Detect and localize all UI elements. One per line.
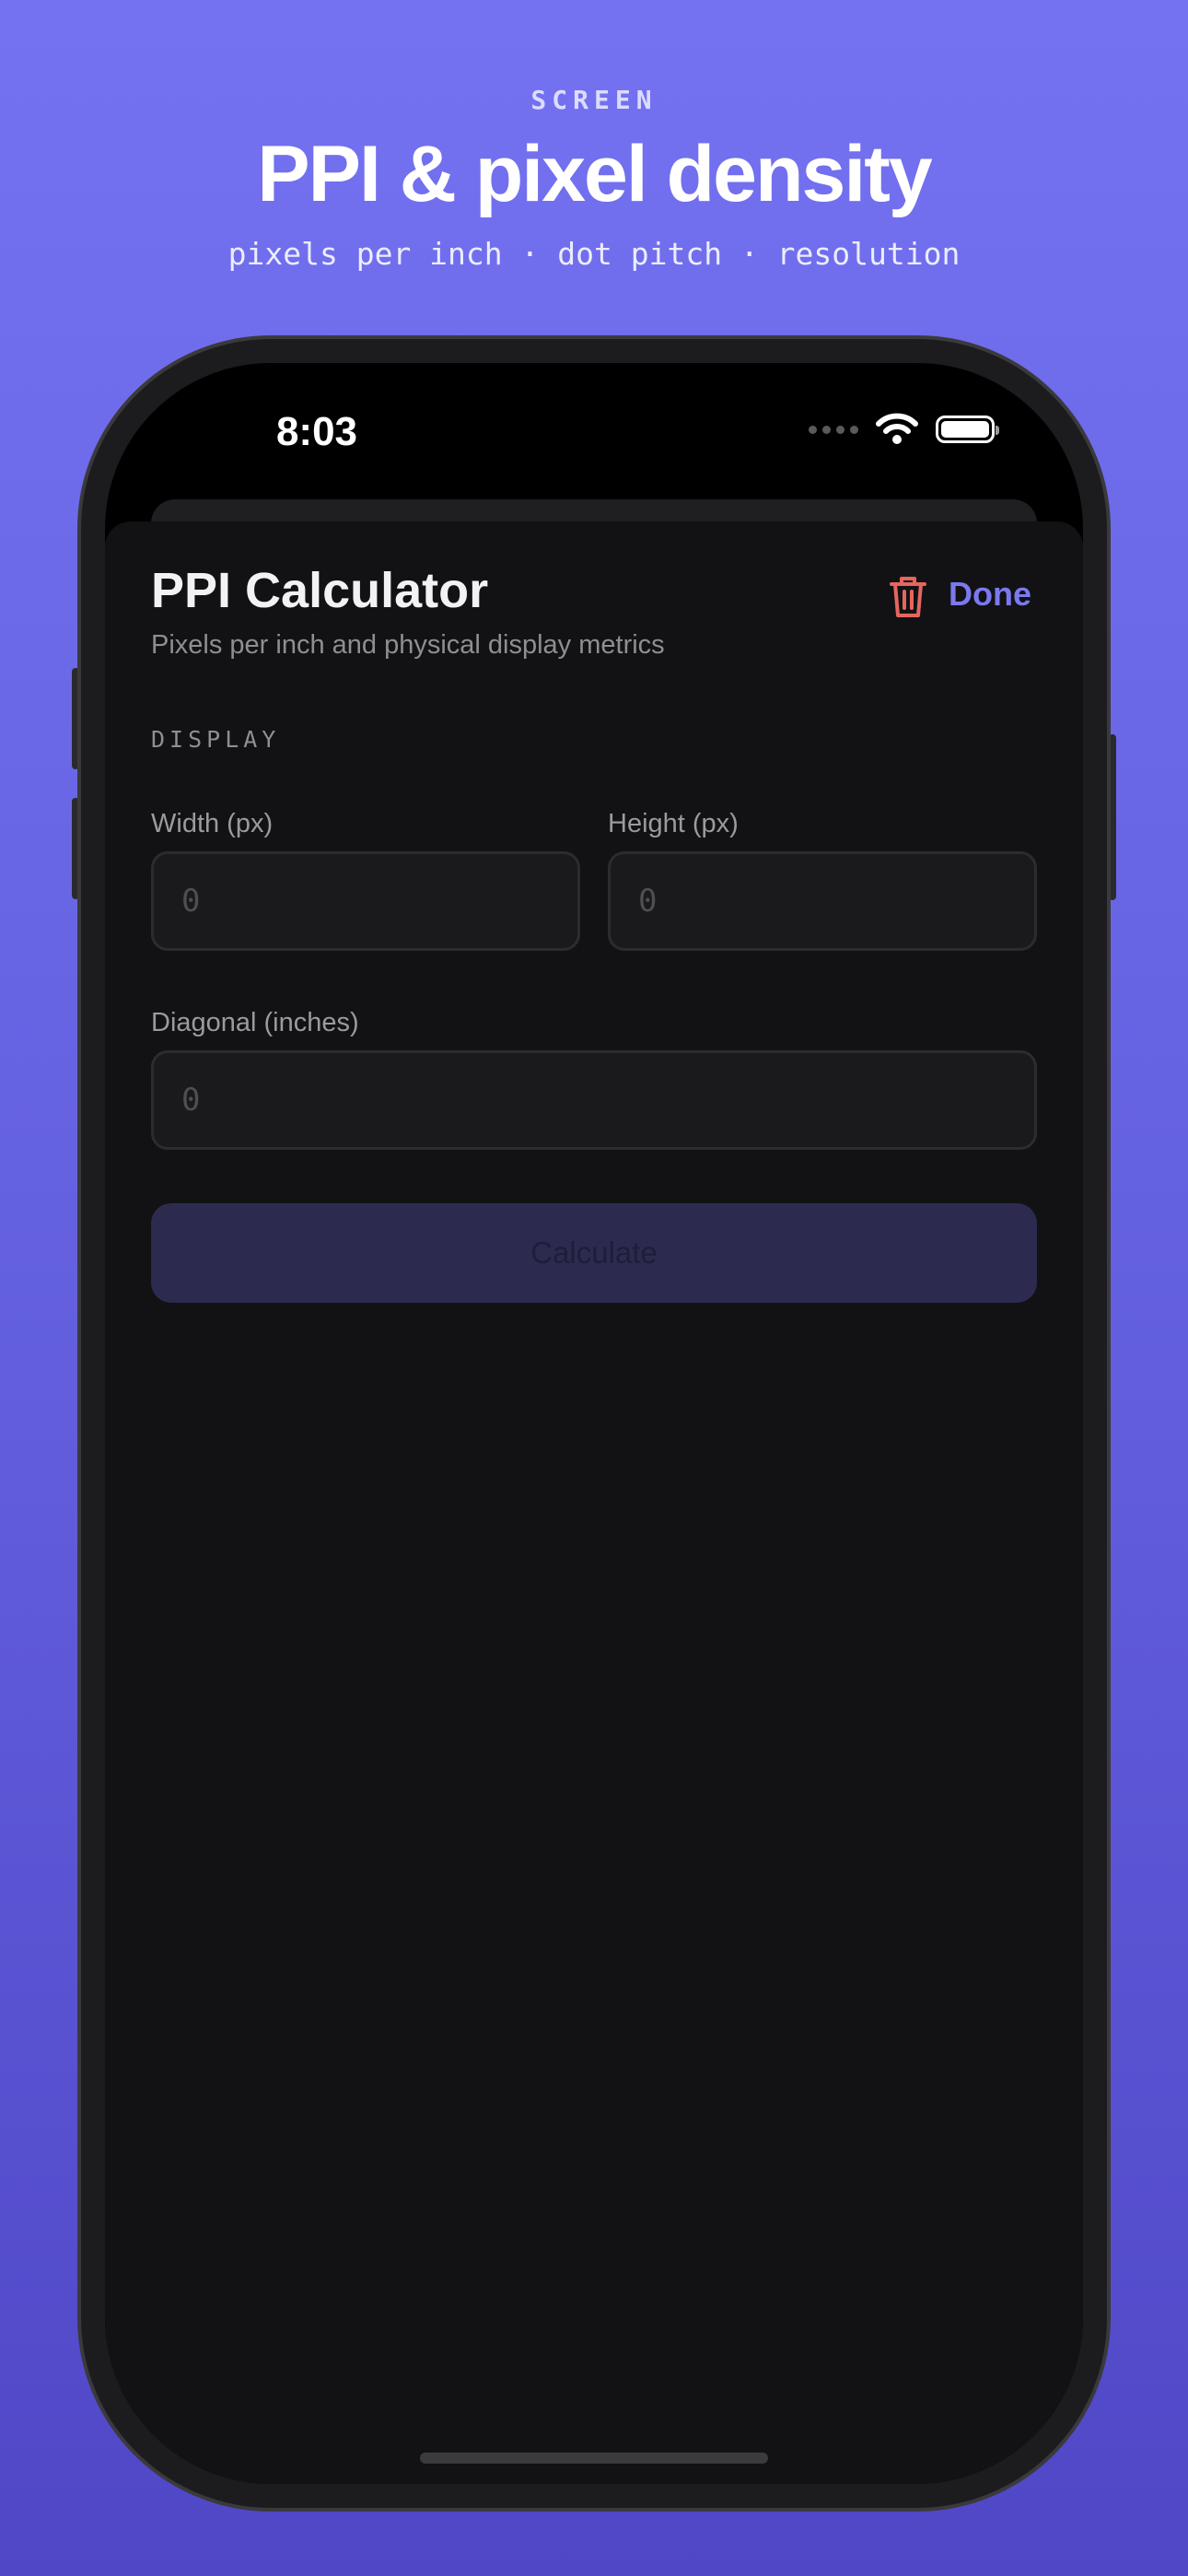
home-indicator[interactable] [420, 2453, 768, 2464]
wifi-icon [876, 413, 918, 444]
section-label-display: DISPLAY [151, 726, 281, 753]
phone-screen: 8:03 PPI Calculator Pixels per inch and … [105, 363, 1083, 2484]
done-button[interactable]: Done [949, 575, 1031, 614]
sheet-title: PPI Calculator [151, 563, 489, 618]
height-input[interactable] [608, 851, 1037, 951]
sheet-subtitle: Pixels per inch and physical display met… [151, 630, 665, 660]
diagonal-label: Diagonal (inches) [151, 1008, 359, 1037]
tagline: pixels per inch · dot pitch · resolution [227, 236, 961, 272]
calculator-sheet: PPI Calculator Pixels per inch and physi… [105, 521, 1083, 2484]
battery-icon [936, 416, 999, 443]
height-label: Height (px) [608, 809, 739, 838]
status-time: 8:03 [275, 409, 358, 454]
cellular-signal-icon [809, 425, 858, 434]
headline: PPI & pixel density [257, 130, 932, 218]
diagonal-input[interactable] [151, 1050, 1037, 1150]
width-label: Width (px) [151, 809, 274, 838]
calculate-button[interactable]: Calculate [151, 1203, 1037, 1303]
trash-icon[interactable] [886, 573, 930, 621]
status-icons [809, 413, 999, 446]
width-input[interactable] [151, 851, 580, 951]
eyebrow-label: SCREEN [530, 85, 658, 115]
